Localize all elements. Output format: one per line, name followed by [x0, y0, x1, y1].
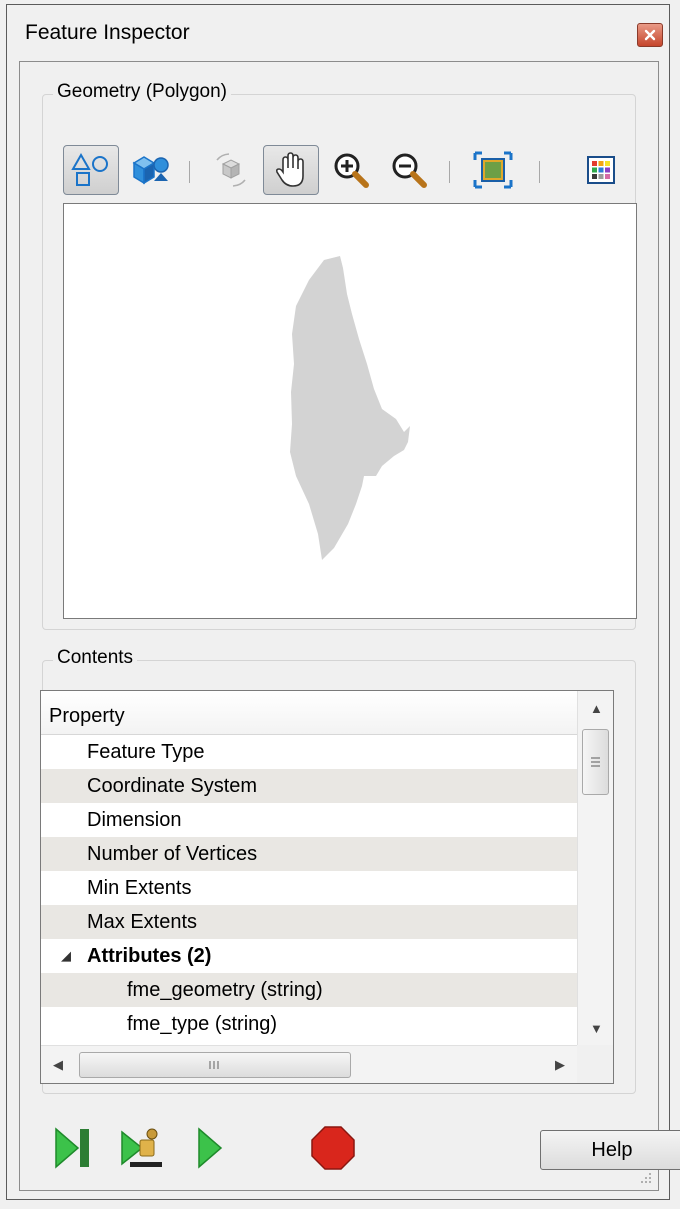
polygon-geometry — [290, 256, 410, 560]
orbit-button[interactable] — [203, 145, 259, 195]
horizontal-scrollbar[interactable]: ◀ ▶ — [41, 1045, 577, 1083]
toolbar-separator — [189, 161, 190, 183]
toolbar-separator — [449, 161, 450, 183]
vertical-scroll-thumb[interactable] — [582, 729, 609, 795]
run-to-breakpoint-icon — [121, 1128, 162, 1167]
scroll-down-icon[interactable]: ▼ — [590, 1021, 603, 1036]
continue-button[interactable] — [192, 1122, 226, 1174]
zoom-extents-icon — [473, 151, 513, 189]
run-to-breakpoint-button[interactable] — [118, 1122, 168, 1174]
property-row[interactable]: Min Extents — [41, 871, 577, 905]
properties-tree[interactable]: Property Feature Type Coordinate System Di… — [40, 690, 614, 1084]
scroll-corner — [577, 1045, 613, 1083]
property-row[interactable]: fme_geometry (string) — [41, 973, 577, 1007]
step-icon — [55, 1127, 89, 1169]
geometry-group-label: Geometry (Polygon) — [53, 81, 232, 103]
bottom-toolbar: Help — [52, 1122, 680, 1182]
property-label: fme_type (string) — [127, 1013, 278, 1035]
contents-group-label: Contents — [53, 647, 138, 669]
property-label: Max Extents — [87, 911, 198, 933]
property-label: Feature Type — [87, 741, 205, 763]
scroll-left-icon[interactable]: ◀ — [53, 1057, 63, 1073]
inspector-panel: Geometry (Polygon) Contents Property Fea… — [19, 61, 680, 1191]
shapes-2d-icon — [71, 152, 108, 186]
zoom-out-button[interactable] — [381, 145, 437, 195]
horizontal-scroll-thumb[interactable] — [79, 1052, 351, 1078]
zoom-extents-button[interactable] — [465, 145, 521, 195]
geometry-view-2d-button[interactable] — [63, 145, 119, 195]
property-row[interactable]: Number of Vertices — [41, 837, 577, 871]
property-row[interactable]: Max Extents — [41, 905, 577, 939]
property-row[interactable]: fme_type (string) — [41, 1007, 577, 1041]
zoom-in-icon — [334, 153, 369, 188]
geometry-viewport[interactable] — [63, 203, 637, 619]
grip-lines-icon — [209, 1061, 219, 1069]
property-row[interactable]: Dimension — [41, 803, 577, 837]
polygon-shape — [290, 256, 410, 560]
close-button[interactable] — [637, 23, 663, 47]
property-label: Attributes (2) — [87, 945, 212, 967]
property-label: Number of Vertices — [87, 843, 258, 865]
resize-grip-icon[interactable] — [638, 1170, 652, 1184]
step-button[interactable] — [52, 1122, 96, 1174]
grip-lines-icon — [591, 757, 600, 767]
orbit-cube-icon — [216, 153, 246, 187]
scroll-up-icon[interactable]: ▲ — [590, 701, 603, 716]
help-button[interactable]: Help — [540, 1130, 680, 1170]
toolbar-separator — [539, 161, 540, 183]
property-label: fme_geometry (string) — [127, 979, 323, 1001]
color-grid-icon — [587, 156, 615, 184]
title-bar[interactable]: Feature Inspector — [7, 5, 669, 61]
zoom-in-button[interactable] — [323, 145, 379, 195]
stop-button[interactable] — [308, 1122, 358, 1174]
window-title: Feature Inspector — [25, 21, 190, 44]
property-row[interactable]: ◢ Attributes (2) — [41, 939, 577, 973]
geometry-group: Geometry (Polygon) — [42, 81, 637, 630]
hand-icon — [275, 152, 304, 187]
continue-icon — [198, 1127, 223, 1169]
tree-expander-icon[interactable]: ◢ — [61, 939, 71, 973]
vertical-scrollbar[interactable]: ▲ ▼ — [577, 691, 613, 1045]
close-icon — [644, 29, 656, 41]
zoom-out-icon — [392, 153, 427, 188]
property-row[interactable]: Coordinate System — [41, 769, 577, 803]
scroll-right-icon[interactable]: ▶ — [555, 1057, 565, 1073]
pan-button[interactable] — [263, 145, 319, 195]
feature-inspector-window: Feature Inspector Geometry (Polygon) Con… — [6, 4, 680, 1200]
property-label: Coordinate System — [87, 775, 258, 797]
property-label: Min Extents — [87, 877, 192, 899]
shapes-3d-icon — [132, 156, 169, 185]
stop-icon — [311, 1126, 355, 1170]
property-column-header[interactable]: Property — [41, 691, 577, 735]
properties-rows: Feature Type Coordinate System Dimension Nu… — [41, 735, 577, 1041]
geometry-toolbar — [63, 145, 653, 197]
property-label: Dimension — [87, 809, 182, 831]
color-palette-button[interactable] — [573, 145, 629, 195]
geometry-view-3d-button[interactable] — [123, 145, 179, 195]
property-row[interactable]: Feature Type — [41, 735, 577, 769]
